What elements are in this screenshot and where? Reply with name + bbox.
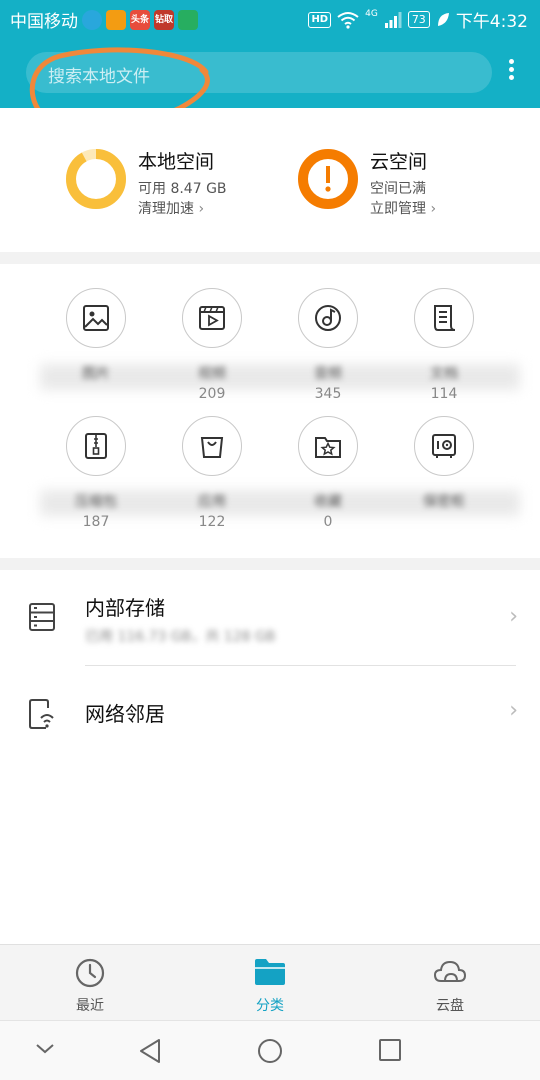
category-name: 收藏: [314, 494, 342, 510]
folder-icon: [255, 959, 285, 985]
category-grid: 图片 视频 209 音频 345 文档 114 压缩包 187 应用 122 收…: [0, 264, 540, 558]
category-name: 压缩包: [75, 494, 117, 510]
network-neighbor-icon: [29, 699, 54, 729]
app-notification-icon: [106, 9, 126, 30]
local-space-available: 可用 8.47 GB: [138, 181, 227, 197]
carrier-label: 中国移动: [10, 12, 78, 32]
clock-time: 下午4:32: [455, 12, 528, 32]
network-neighbor-title: 网络邻居: [85, 702, 165, 726]
category-count: 122: [198, 514, 226, 530]
local-space-title: 本地空间: [138, 151, 215, 173]
category-count: 0: [323, 514, 333, 530]
list-item-network-neighbor[interactable]: 网络邻居 ›: [0, 666, 540, 760]
hide-nav-chevron-icon[interactable]: [34, 1041, 56, 1057]
recent-apps-icon[interactable]: [377, 1037, 403, 1063]
document-icon: [414, 288, 474, 348]
manage-now-link[interactable]: 立即管理 ›: [370, 198, 436, 218]
bottom-navigation: 最近 分类 云盘: [0, 944, 540, 1020]
music-icon: [298, 288, 358, 348]
category-name: 文档: [430, 366, 458, 382]
home-icon[interactable]: [256, 1037, 284, 1065]
tab-categories[interactable]: 分类: [210, 945, 330, 1021]
cloud-space-title: 云空间: [370, 151, 428, 173]
tab-categories-label: 分类: [256, 998, 284, 1014]
clean-accelerate-link[interactable]: 清理加速 ›: [138, 198, 204, 218]
system-navigation-bar: [0, 1020, 540, 1080]
category-count: 345: [314, 386, 342, 402]
category-name: 视频: [198, 366, 226, 382]
app-bag-icon: [182, 416, 242, 476]
more-options-icon[interactable]: [500, 56, 522, 88]
locations-list: 内部存储 已用 116.73 GB，共 128 GB › 网络邻居 ›: [0, 570, 540, 944]
status-bar: 中国移动 头条 钻取 HD 4G 73 下午4:32: [0, 0, 540, 36]
category-name: 应用: [198, 494, 226, 510]
hd-badge: HD: [308, 11, 332, 28]
clock-icon: [75, 958, 105, 988]
chevron-right-icon: ›: [430, 201, 437, 217]
storage-icon: [29, 603, 55, 631]
app-notification-icon: 头条: [130, 9, 150, 30]
app-notification-icon: 钻取: [154, 9, 174, 30]
manage-now-label: 立即管理: [370, 201, 426, 217]
cloud-icon: [433, 960, 467, 982]
signal-icon: [384, 11, 402, 28]
clean-accelerate-label: 清理加速: [138, 201, 194, 217]
network-type: 4G: [365, 8, 378, 19]
tab-cloud-drive-label: 云盘: [436, 998, 464, 1014]
chevron-right-icon: ›: [509, 604, 518, 629]
category-name: 图片: [82, 366, 110, 382]
category-name: 保密柜: [423, 494, 465, 510]
star-folder-icon: [298, 416, 358, 476]
wifi-icon: [337, 11, 359, 29]
app-notification-icon: [82, 9, 102, 30]
app-notification-icon: [178, 9, 198, 30]
leaf-icon: [437, 12, 449, 26]
local-space-ring: [66, 149, 126, 209]
list-item-internal-storage[interactable]: 内部存储 已用 116.73 GB，共 128 GB ›: [0, 570, 540, 664]
storage-summary: 本地空间 可用 8.47 GB 清理加速 › 云空间 空间已满 立即管理 ›: [0, 108, 540, 252]
internal-storage-title: 内部存储: [85, 596, 165, 620]
header: 中国移动 头条 钻取 HD 4G 73 下午4:32 搜索本地文件: [0, 0, 540, 129]
category-count: 209: [198, 386, 226, 402]
battery-indicator: 73: [407, 11, 430, 28]
cloud-space-status: 空间已满: [370, 181, 426, 197]
image-icon: [66, 288, 126, 348]
safe-icon: [414, 416, 474, 476]
video-icon: [182, 288, 242, 348]
cloud-warning-icon: [298, 149, 358, 209]
chevron-right-icon: ›: [509, 698, 518, 723]
category-count: 187: [82, 514, 110, 530]
category-count: 114: [430, 386, 458, 402]
tab-recent[interactable]: 最近: [30, 945, 150, 1021]
tab-cloud-drive[interactable]: 云盘: [390, 945, 510, 1021]
category-name: 音频: [314, 366, 342, 382]
back-icon[interactable]: [137, 1037, 163, 1065]
chevron-right-icon: ›: [198, 201, 205, 217]
tab-recent-label: 最近: [76, 998, 104, 1014]
zip-icon: [66, 416, 126, 476]
internal-storage-usage: 已用 116.73 GB，共 128 GB: [85, 629, 276, 645]
